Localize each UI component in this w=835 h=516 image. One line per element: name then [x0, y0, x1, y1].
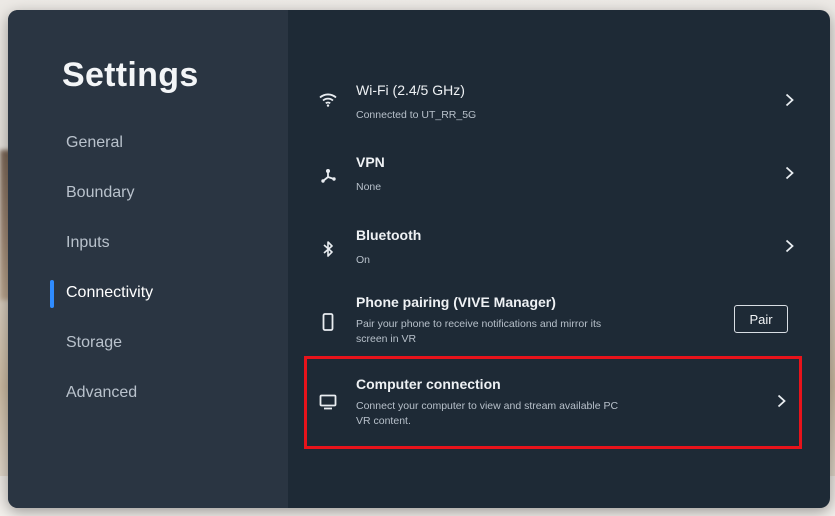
phone-icon [316, 310, 340, 334]
computer-connection-title: Computer connection [356, 376, 501, 392]
phone-pairing-row: Phone pairing (VIVE Manager) Pair your p… [288, 288, 830, 366]
sidebar-item-label: Connectivity [66, 284, 154, 301]
wifi-row[interactable]: Wi-Fi (2.4/5 GHz) Connected to UT_RR_5G [288, 70, 830, 142]
connectivity-list: Wi-Fi (2.4/5 GHz) Connected to UT_RR_5G … [288, 10, 830, 508]
pair-button[interactable]: Pair [734, 305, 788, 333]
computer-connection-description: Connect your computer to view and stream… [356, 400, 619, 427]
vpn-icon [316, 164, 340, 188]
chevron-right-icon [774, 394, 788, 408]
sidebar-item-label: Boundary [66, 184, 135, 201]
wifi-status: Connected to UT_RR_5G [356, 109, 477, 121]
settings-panel: Settings General Boundary Inputs Connect… [8, 10, 830, 508]
vpn-title: VPN [356, 154, 385, 170]
sidebar-item-label: Storage [66, 334, 123, 351]
chevron-right-icon [782, 239, 796, 253]
bluetooth-status: On [356, 254, 371, 266]
bluetooth-row[interactable]: Bluetooth On [288, 215, 830, 287]
wifi-title: Wi-Fi (2.4/5 GHz) [356, 82, 465, 98]
sidebar-item-inputs[interactable]: Inputs [8, 218, 288, 268]
sidebar-item-boundary[interactable]: Boundary [8, 168, 288, 218]
bluetooth-icon [316, 237, 340, 261]
monitor-icon [316, 390, 340, 414]
sidebar-item-advanced[interactable]: Advanced [8, 368, 288, 418]
sidebar: Settings General Boundary Inputs Connect… [8, 10, 288, 508]
sidebar-item-label: Inputs [66, 234, 110, 251]
page-title: Settings [62, 56, 199, 94]
sidebar-item-connectivity[interactable]: Connectivity [8, 268, 288, 318]
vpn-status: None [356, 181, 382, 193]
sidebar-item-label: Advanced [66, 384, 138, 401]
sidebar-item-general[interactable]: General [8, 118, 288, 168]
active-indicator [50, 280, 54, 308]
chevron-right-icon [782, 93, 796, 107]
bluetooth-title: Bluetooth [356, 227, 422, 243]
computer-connection-row[interactable]: Computer connection Connect your compute… [288, 366, 830, 454]
phone-pairing-description: Pair your phone to receive notifications… [356, 318, 602, 345]
vpn-row[interactable]: VPN None [288, 142, 830, 214]
sidebar-item-label: General [66, 134, 123, 151]
wifi-icon [316, 88, 340, 112]
sidebar-item-storage[interactable]: Storage [8, 318, 288, 368]
phone-pairing-title: Phone pairing (VIVE Manager) [356, 294, 556, 310]
sidebar-nav: General Boundary Inputs Connectivity Sto… [8, 118, 288, 418]
chevron-right-icon [782, 166, 796, 180]
